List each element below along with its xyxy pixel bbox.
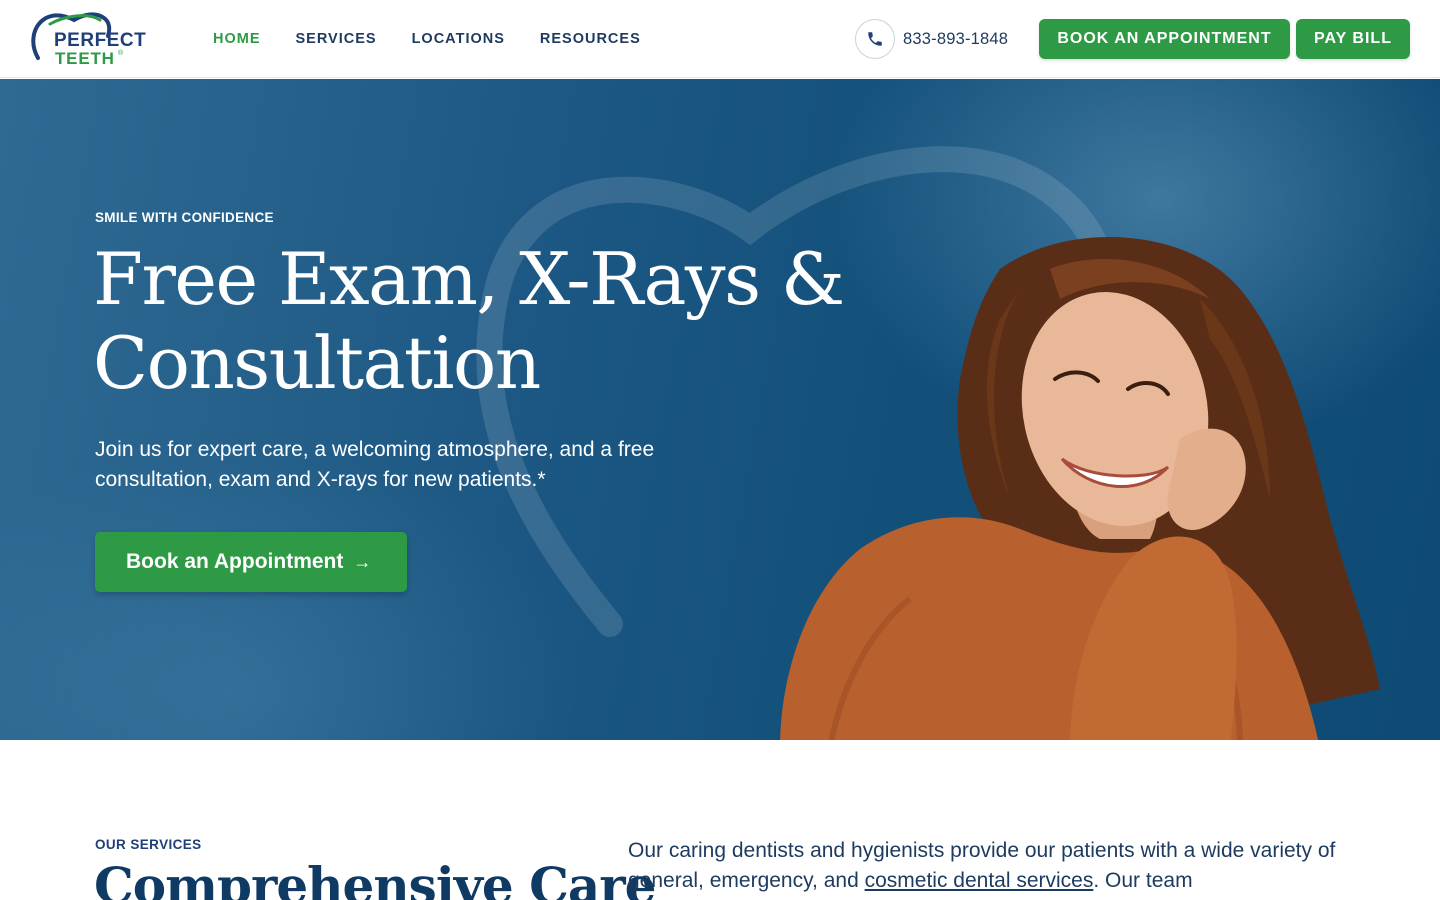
hero-section: SMILE WITH CONFIDENCE Free Exam, X-Rays … — [0, 79, 1440, 740]
perfect-teeth-logo[interactable]: PERFECT TEETH ® — [30, 10, 150, 68]
logo-text-teeth: TEETH — [55, 49, 115, 68]
pay-bill-button[interactable]: PAY BILL — [1296, 19, 1410, 59]
arrow-right-icon: → — [353, 551, 372, 572]
hero-title-line-1: Free Exam, X-Rays & — [93, 237, 845, 321]
phone-icon — [855, 19, 895, 59]
services-title: Comprehensive Care — [94, 856, 656, 900]
hero-eyebrow: SMILE WITH CONFIDENCE — [95, 210, 274, 225]
main-nav: HOME SERVICES LOCATIONS RESOURCES — [213, 0, 676, 78]
smiling-woman-photo — [780, 236, 1380, 740]
services-text-after: . Our team — [1093, 869, 1193, 892]
hero-title: Free Exam, X-Rays & Consultation — [93, 237, 853, 405]
site-header: PERFECT TEETH ® HOME SERVICES LOCATIONS … — [0, 0, 1440, 78]
hero-subtitle: Join us for expert care, a welcoming atm… — [95, 438, 655, 491]
nav-home[interactable]: HOME — [213, 31, 261, 47]
phone-number: 833-893-1848 — [903, 29, 1009, 48]
logo-trademark: ® — [118, 50, 124, 57]
nav-resources[interactable]: RESOURCES — [540, 31, 641, 47]
hero-title-line-2: Consultation — [93, 321, 541, 405]
services-eyebrow: OUR SERVICES — [95, 837, 202, 852]
cosmetic-dental-services-link[interactable]: cosmetic dental services — [865, 869, 1094, 892]
nav-services[interactable]: SERVICES — [296, 31, 377, 47]
book-appointment-button[interactable]: BOOK AN APPOINTMENT — [1039, 19, 1290, 59]
services-description: Our caring dentists and hygienists provi… — [628, 836, 1348, 896]
hero-book-appointment-button[interactable]: Book an Appointment → — [95, 532, 407, 592]
phone-link[interactable]: 833-893-1848 — [855, 19, 1008, 59]
nav-locations[interactable]: LOCATIONS — [412, 31, 505, 47]
hero-cta-label: Book an Appointment — [126, 550, 344, 573]
